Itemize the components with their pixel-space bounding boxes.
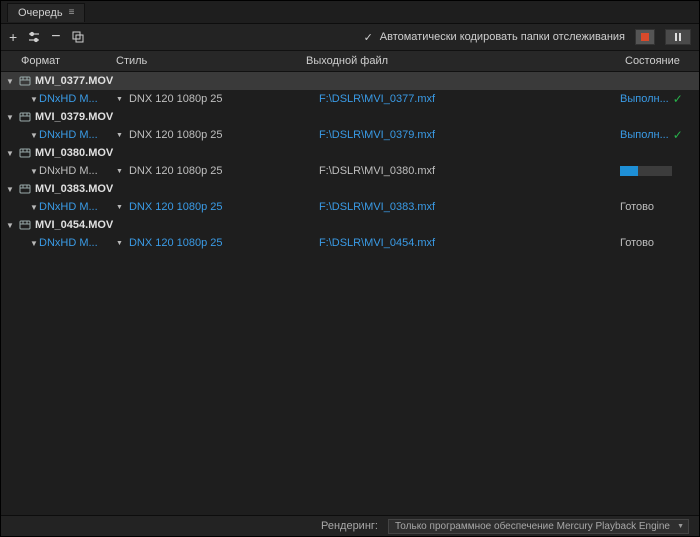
- format-dropdown[interactable]: DNxHD M...: [39, 201, 98, 213]
- group-name: MVI_0380.MOV: [35, 147, 113, 159]
- output-path[interactable]: F:\DSLR\MVI_0380.mxf: [319, 165, 620, 177]
- renderer-value: Только программное обеспечение Mercury P…: [395, 521, 670, 532]
- chevron-down-icon[interactable]: ▼: [116, 168, 123, 175]
- job-row[interactable]: ▼DNxHD M...▼DNX 120 1080p 25F:\DSLR\MVI_…: [1, 162, 699, 180]
- state-text: Готово: [620, 237, 654, 249]
- toolbar: + − ✓ Автоматически кодировать папки отс…: [1, 24, 699, 51]
- job-row[interactable]: ▼DNxHD M...▼DNX 120 1080p 25F:\DSLR\MVI_…: [1, 198, 699, 216]
- pause-button[interactable]: [665, 29, 691, 45]
- clip-icon: [19, 111, 31, 123]
- auto-encode-label: Автоматически кодировать папки отслежива…: [380, 31, 625, 43]
- group-name: MVI_0379.MOV: [35, 111, 113, 123]
- chevron-down-icon: ▼: [677, 523, 684, 530]
- output-path[interactable]: F:\DSLR\MVI_0383.mxf: [319, 201, 620, 213]
- group-row[interactable]: ▼ MVI_0380.MOV: [1, 144, 699, 162]
- disclosure-icon[interactable]: ▼: [29, 95, 39, 104]
- chevron-down-icon[interactable]: ▼: [116, 204, 123, 211]
- group-row[interactable]: ▼ MVI_0383.MOV: [1, 180, 699, 198]
- clip-icon: [19, 147, 31, 159]
- statusbar: Рендеринг: Только программное обеспечени…: [1, 515, 699, 536]
- auto-encode-checkbox[interactable]: ✓ Автоматически кодировать папки отслежи…: [363, 31, 625, 43]
- titlebar: Очередь ≡: [1, 1, 699, 24]
- disclosure-icon[interactable]: ▼: [5, 221, 15, 230]
- progress-bar: [620, 166, 672, 176]
- format-dropdown[interactable]: DNxHD M...: [39, 93, 98, 105]
- state-text: Готово: [620, 201, 654, 213]
- output-path[interactable]: F:\DSLR\MVI_0379.mxf: [319, 129, 620, 141]
- renderer-label: Рендеринг:: [321, 520, 378, 532]
- chevron-down-icon[interactable]: ▼: [116, 96, 123, 103]
- group-row[interactable]: ▼ MVI_0377.MOV: [1, 72, 699, 90]
- panel-title: Очередь: [18, 7, 63, 19]
- output-path[interactable]: F:\DSLR\MVI_0377.mxf: [319, 93, 620, 105]
- col-state[interactable]: Состояние: [625, 55, 695, 67]
- chevron-down-icon[interactable]: ▼: [116, 132, 123, 139]
- format-dropdown[interactable]: DNxHD M...: [39, 129, 98, 141]
- disclosure-icon[interactable]: ▼: [29, 131, 39, 140]
- output-path[interactable]: F:\DSLR\MVI_0454.mxf: [319, 237, 620, 249]
- settings-icon[interactable]: [27, 30, 41, 44]
- clip-icon: [19, 75, 31, 87]
- group-name: MVI_0383.MOV: [35, 183, 113, 195]
- group-name: MVI_0454.MOV: [35, 219, 113, 231]
- group-row[interactable]: ▼ MVI_0454.MOV: [1, 216, 699, 234]
- state-cell: Готово: [620, 201, 695, 213]
- state-cell: [620, 166, 695, 176]
- style-dropdown[interactable]: DNX 120 1080p 25: [129, 129, 319, 141]
- state-cell: Готово: [620, 237, 695, 249]
- col-format[interactable]: Формат: [5, 55, 116, 67]
- remove-button[interactable]: −: [51, 28, 60, 46]
- group-name: MVI_0377.MOV: [35, 75, 113, 87]
- column-headers: Формат Стиль Выходной файл Состояние: [1, 51, 699, 72]
- state-cell: Выполн... ✓: [620, 92, 695, 106]
- disclosure-icon[interactable]: ▼: [29, 203, 39, 212]
- disclosure-icon[interactable]: ▼: [29, 239, 39, 248]
- renderer-select[interactable]: Только программное обеспечение Mercury P…: [388, 519, 689, 534]
- col-style[interactable]: Стиль: [116, 55, 306, 67]
- check-icon: ✓: [363, 32, 374, 43]
- format-dropdown[interactable]: DNxHD M...: [39, 237, 98, 249]
- disclosure-icon[interactable]: ▼: [5, 77, 15, 86]
- check-ok-icon: ✓: [673, 92, 683, 106]
- group-row[interactable]: ▼ MVI_0379.MOV: [1, 108, 699, 126]
- disclosure-icon[interactable]: ▼: [5, 185, 15, 194]
- panel-menu-icon[interactable]: ≡: [69, 7, 75, 18]
- format-dropdown[interactable]: DNxHD M...: [39, 165, 98, 177]
- queue-list: ▼MVI_0377.MOV▼DNxHD M...▼DNX 120 1080p 2…: [1, 72, 699, 515]
- panel-tab-queue[interactable]: Очередь ≡: [7, 3, 85, 22]
- job-row[interactable]: ▼DNxHD M...▼DNX 120 1080p 25F:\DSLR\MVI_…: [1, 126, 699, 144]
- disclosure-icon[interactable]: ▼: [5, 113, 15, 122]
- add-button[interactable]: +: [9, 29, 17, 45]
- style-dropdown[interactable]: DNX 120 1080p 25: [129, 237, 319, 249]
- clip-icon: [19, 219, 31, 231]
- stop-icon: [641, 33, 649, 41]
- state-text: Выполн...: [620, 93, 669, 105]
- clip-icon: [19, 183, 31, 195]
- job-row[interactable]: ▼DNxHD M...▼DNX 120 1080p 25F:\DSLR\MVI_…: [1, 234, 699, 252]
- chevron-down-icon[interactable]: ▼: [116, 240, 123, 247]
- state-cell: Выполн... ✓: [620, 128, 695, 142]
- disclosure-icon[interactable]: ▼: [29, 167, 39, 176]
- disclosure-icon[interactable]: ▼: [5, 149, 15, 158]
- state-text: Выполн...: [620, 129, 669, 141]
- style-dropdown[interactable]: DNX 120 1080p 25: [129, 165, 319, 177]
- style-dropdown[interactable]: DNX 120 1080p 25: [129, 201, 319, 213]
- style-dropdown[interactable]: DNX 120 1080p 25: [129, 93, 319, 105]
- stop-button[interactable]: [635, 29, 655, 45]
- pause-icon: [675, 33, 677, 41]
- check-ok-icon: ✓: [673, 128, 683, 142]
- col-output[interactable]: Выходной файл: [306, 55, 625, 67]
- job-row[interactable]: ▼DNxHD M...▼DNX 120 1080p 25F:\DSLR\MVI_…: [1, 90, 699, 108]
- duplicate-icon[interactable]: [71, 30, 85, 44]
